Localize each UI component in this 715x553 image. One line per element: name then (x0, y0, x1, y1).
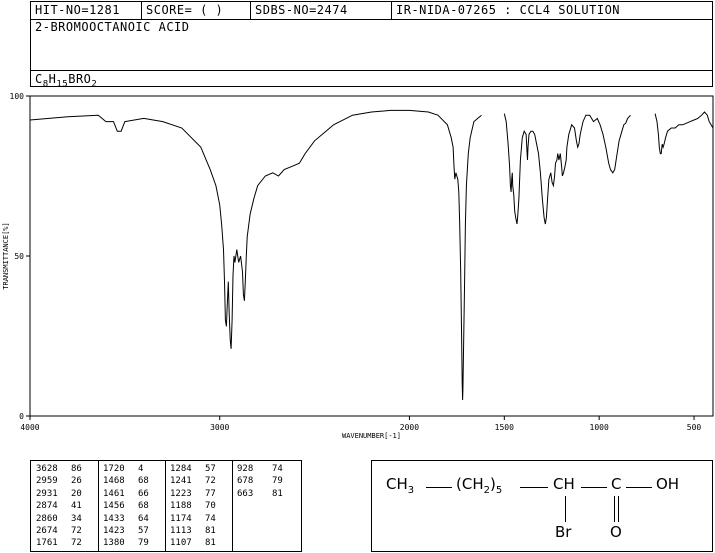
peak-wavenumber: 678 (237, 476, 254, 487)
structure-label: (CH (456, 475, 484, 493)
spectrum-line (654, 111, 714, 155)
peak-wavenumber: 2931 (36, 488, 58, 499)
peak-column: 3628 86 2959 26 2931 20 2874 41 2860 34 2674 72 1761… (31, 461, 99, 551)
ir-spectrum-chart: 4000 3000 2000 1500 1000 500 0 50 100 WAVENUMBER[… (2, 92, 714, 440)
hit-number: HIT-NO=1281 (35, 3, 120, 17)
peak-wavenumber: 1456 (103, 501, 125, 512)
peak-wavenumber: 1461 (103, 488, 125, 499)
peak-wavenumber: 1761 (36, 538, 58, 549)
formula-element: BRO (68, 72, 92, 86)
carbonyl-oxygen: O (610, 523, 622, 541)
single-bond (520, 487, 548, 488)
x-tick-label: 2000 (400, 423, 419, 432)
y-tick-label: 50 (14, 252, 24, 261)
molecular-formula: C8H15BRO2 (35, 72, 97, 89)
compound-name: 2-BROMOOCTANOIC ACID (35, 20, 190, 34)
x-axis-label: WAVENUMBER[-1] (342, 432, 401, 440)
double-bond (618, 496, 619, 522)
carbonyl-carbon: C (611, 475, 622, 493)
single-bond (565, 496, 566, 522)
peak-wavenumber: 1113 (170, 526, 192, 536)
peak-transmittance: 41 (71, 501, 82, 512)
y-axis-label: TRANSMITTANCE[%] (2, 222, 10, 289)
peak-transmittance: 70 (205, 501, 216, 512)
x-tick-label: 4000 (20, 423, 39, 432)
peak-wavenumber: 1107 (170, 538, 192, 549)
peak-transmittance: 81 (272, 488, 283, 499)
peak-transmittance: 72 (205, 476, 216, 487)
structure-label: CH (386, 475, 408, 493)
peak-wavenumber: 1433 (103, 513, 125, 524)
peak-transmittance: 66 (138, 488, 149, 499)
peak-column: 1720 4 1468 68 1461 66 1456 68 1433 64 1423 57 1380 7… (98, 461, 166, 551)
peak-transmittance: 26 (71, 476, 82, 487)
peak-transmittance: 79 (272, 476, 283, 487)
peak-wavenumber: 1284 (170, 464, 192, 474)
peak-wavenumber: 1380 (103, 538, 125, 549)
x-tick-label: 1000 (590, 423, 609, 432)
peak-transmittance: 34 (71, 513, 82, 524)
sdbs-number: SDBS-NO=2474 (255, 3, 348, 17)
peak-wavenumber: 2874 (36, 501, 58, 512)
x-tick-label: 500 (687, 423, 702, 432)
header-divider-line (31, 70, 712, 71)
peak-wavenumber: 1188 (170, 501, 192, 512)
y-tick-label: 0 (19, 412, 24, 421)
header-top-row: HIT-NO=1281 SCORE= ( ) SDBS-NO=2474 IR-N… (31, 2, 712, 20)
peak-wavenumber: 2674 (36, 526, 58, 536)
chemical-structure: CH3 (CH2)5 CH C OH Br O (371, 460, 713, 552)
x-tick-label: 1500 (495, 423, 514, 432)
peak-wavenumber: 3628 (36, 464, 58, 474)
peak-transmittance: 72 (71, 538, 82, 549)
peak-transmittance: 64 (138, 513, 149, 524)
peak-wavenumber: 1174 (170, 513, 192, 524)
single-bond (581, 487, 607, 488)
peak-transmittance: 81 (205, 538, 216, 549)
x-tick-label: 3000 (210, 423, 229, 432)
peak-wavenumber: 1241 (170, 476, 192, 487)
plot-frame (29, 95, 714, 417)
peak-wavenumber: 2860 (36, 513, 58, 524)
spectrum-header: HIT-NO=1281 SCORE= ( ) SDBS-NO=2474 IR-N… (30, 1, 713, 89)
peak-transmittance: 57 (205, 464, 216, 474)
peak-wavenumber: 928 (237, 464, 254, 474)
peak-wavenumber: 1423 (103, 526, 125, 536)
formula-element: C (35, 72, 43, 86)
peak-column: 928 74 678 79 663 81 (232, 461, 301, 551)
single-bond (426, 487, 452, 488)
peak-wavenumber: 663 (237, 488, 254, 499)
peak-transmittance: 86 (71, 464, 82, 474)
peak-transmittance: 79 (138, 538, 149, 549)
methyl-group: CH3 (386, 475, 414, 496)
peak-wavenumber: 1720 (103, 464, 125, 474)
spectrum-line (503, 113, 631, 225)
peak-transmittance: 77 (205, 488, 216, 499)
hydroxyl-group: OH (656, 475, 680, 493)
peak-column: 1284 57 1241 72 1223 77 1188 70 1174 74 1113 81 1107… (165, 461, 233, 551)
methylene-chain: (CH2)5 (456, 475, 502, 496)
peak-transmittance: 74 (205, 513, 216, 524)
peak-transmittance: 57 (138, 526, 149, 536)
peak-transmittance: 68 (138, 476, 149, 487)
peak-transmittance: 20 (71, 488, 82, 499)
spectrum-line (29, 109, 482, 401)
peak-wavenumber: 1468 (103, 476, 125, 487)
single-bond (626, 487, 652, 488)
double-bond (614, 496, 615, 522)
structure-subscript: 3 (407, 485, 415, 496)
peak-transmittance: 4 (138, 464, 144, 474)
structure-subscript: 5 (495, 485, 503, 496)
alpha-carbon: CH (553, 475, 575, 493)
bromine-atom: Br (555, 523, 572, 541)
peak-wavenumber: 1223 (170, 488, 192, 499)
peak-transmittance: 68 (138, 501, 149, 512)
peak-transmittance: 74 (272, 464, 283, 474)
peak-transmittance: 72 (71, 526, 82, 536)
peak-table: 3628 86 2959 26 2931 20 2874 41 2860 34 2674 72 1761… (30, 460, 302, 552)
ir-info: IR-NIDA-07265 : CCL4 SOLUTION (396, 3, 621, 17)
score: SCORE= ( ) (146, 3, 224, 17)
peak-transmittance: 81 (205, 526, 216, 536)
peak-wavenumber: 2959 (36, 476, 58, 487)
y-tick-label: 100 (10, 92, 25, 101)
